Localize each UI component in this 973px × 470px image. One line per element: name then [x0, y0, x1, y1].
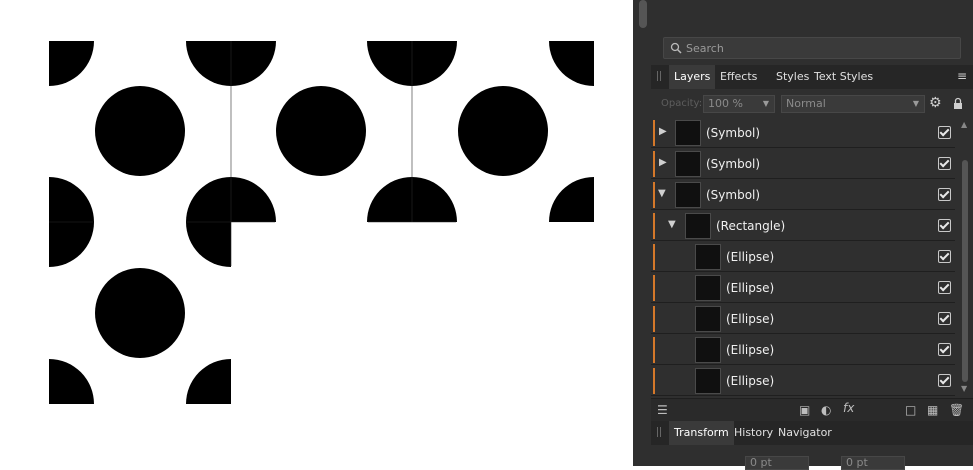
opacity-label: Opacity: — [661, 98, 703, 109]
layers-stack-icon[interactable]: ☰ — [657, 403, 668, 417]
pixel-layer-icon[interactable]: ▦ — [927, 403, 938, 417]
visibility-checkbox[interactable] — [938, 188, 951, 201]
layer-accent-bar — [653, 275, 655, 301]
layer-name: (Ellipse) — [726, 374, 775, 388]
visibility-checkbox[interactable] — [938, 343, 951, 356]
layer-accent-bar — [653, 337, 655, 363]
panel-menu-icon[interactable]: ≡ — [957, 69, 967, 83]
layer-row-rectangle[interactable]: ▼ (Rectangle) — [651, 211, 955, 241]
mask-icon[interactable]: ▣ — [799, 403, 810, 417]
layer-accent-bar — [653, 368, 655, 394]
lock-icon[interactable] — [953, 97, 963, 110]
transform-tab-bar: Transform History Navigator — [651, 421, 973, 445]
search-input[interactable] — [686, 38, 956, 58]
layer-row-ellipse-1[interactable]: (Ellipse) — [651, 242, 955, 272]
adjustment-icon[interactable]: ◐ — [821, 403, 831, 417]
new-layer-icon[interactable]: □ — [905, 403, 916, 417]
panel-grip-icon[interactable] — [657, 427, 661, 437]
blend-mode-value: Normal — [786, 97, 826, 110]
tab-history[interactable]: History — [729, 421, 778, 445]
layers-list: ▶ (Symbol) ▶ (Symbol) ▼ (Symbol) ▼ (Rect… — [651, 118, 955, 398]
layer-name: (Symbol) — [706, 157, 761, 171]
symbol-tile-1 — [49, 41, 231, 222]
tab-navigator[interactable]: Navigator — [773, 421, 837, 445]
search-box[interactable] — [663, 37, 961, 59]
width-field[interactable]: 0 pt — [841, 456, 905, 470]
visibility-checkbox[interactable] — [938, 157, 951, 170]
tab-effects[interactable]: Effects — [715, 65, 762, 89]
blend-mode-dropdown[interactable]: Normal ▼ — [781, 95, 925, 113]
layer-name: (Symbol) — [706, 126, 761, 140]
layer-accent-bar — [653, 151, 655, 177]
visibility-checkbox[interactable] — [938, 126, 951, 139]
visibility-checkbox[interactable] — [938, 374, 951, 387]
panel-grip-icon[interactable] — [657, 71, 661, 81]
search-icon — [670, 42, 682, 54]
layer-thumbnail — [695, 306, 721, 332]
visibility-checkbox[interactable] — [938, 312, 951, 325]
layer-row-symbol-1[interactable]: ▶ (Symbol) — [651, 118, 955, 148]
layer-row-symbol-3[interactable]: ▼ (Symbol) — [651, 180, 955, 210]
layer-thumbnail — [675, 182, 701, 208]
scroll-up-icon[interactable]: ▲ — [961, 120, 967, 129]
visibility-checkbox[interactable] — [938, 281, 951, 294]
layer-controls: Opacity: 100 % ▼ Normal ▼ ⚙ — [651, 92, 973, 116]
symbol-tile-3 — [412, 41, 594, 222]
scroll-down-icon[interactable]: ▼ — [961, 384, 967, 393]
layer-thumbnail — [695, 244, 721, 270]
layer-name: (Ellipse) — [726, 281, 775, 295]
layer-row-ellipse-5[interactable]: (Ellipse) — [651, 366, 955, 396]
visibility-checkbox[interactable] — [938, 250, 951, 263]
layer-accent-bar — [653, 213, 655, 239]
x-position-field[interactable]: 0 pt — [745, 456, 809, 470]
expand-arrow-icon[interactable]: ▶ — [659, 157, 667, 168]
transform-fields: 0 pt 0 pt — [651, 450, 973, 470]
gear-icon[interactable]: ⚙ — [929, 95, 942, 111]
document-canvas[interactable] — [0, 0, 633, 466]
expand-arrow-icon[interactable]: ▶ — [659, 126, 667, 137]
layer-row-ellipse-2[interactable]: (Ellipse) — [651, 273, 955, 303]
layer-row-ellipse-4[interactable]: (Ellipse) — [651, 335, 955, 365]
layer-thumbnail — [695, 337, 721, 363]
layer-thumbnail — [695, 275, 721, 301]
visibility-checkbox[interactable] — [938, 219, 951, 232]
layer-row-ellipse-3[interactable]: (Ellipse) — [651, 304, 955, 334]
layer-name: (Ellipse) — [726, 312, 775, 326]
layer-thumbnail — [675, 120, 701, 146]
layer-accent-bar — [653, 244, 655, 270]
layer-accent-bar — [653, 120, 655, 146]
tab-layers[interactable]: Layers — [669, 65, 716, 89]
fx-icon[interactable]: fx — [843, 401, 854, 415]
layer-row-symbol-2[interactable]: ▶ (Symbol) — [651, 149, 955, 179]
layer-accent-bar — [653, 182, 655, 208]
layers-scrollbar[interactable]: ▲ ▼ — [960, 118, 970, 398]
layer-name: (Symbol) — [706, 188, 761, 202]
layer-thumbnail — [685, 213, 711, 239]
layer-name: (Ellipse) — [726, 343, 775, 357]
layer-name: (Rectangle) — [716, 219, 786, 233]
layer-name: (Ellipse) — [726, 250, 775, 264]
collapse-arrow-icon[interactable]: ▼ — [658, 188, 666, 199]
layers-tab-bar: Layers Effects Styles Text Styles ≡ — [651, 65, 973, 89]
layer-thumbnail — [695, 368, 721, 394]
layer-thumbnail — [675, 151, 701, 177]
artwork — [49, 41, 594, 404]
opacity-value: 100 % — [708, 97, 743, 110]
panel-scrollbar[interactable] — [639, 0, 647, 28]
trash-icon[interactable]: 🗑 — [949, 403, 964, 417]
tab-transform[interactable]: Transform — [669, 421, 734, 445]
tab-styles[interactable]: Styles — [771, 65, 814, 89]
scrollbar-thumb[interactable] — [962, 160, 968, 382]
tab-text-styles[interactable]: Text Styles — [809, 65, 878, 89]
layer-accent-bar — [653, 306, 655, 332]
chevron-down-icon: ▼ — [762, 99, 769, 108]
w-value: 0 pt — [846, 456, 868, 469]
opacity-dropdown[interactable]: 100 % ▼ — [703, 95, 775, 113]
x-value: 0 pt — [750, 456, 772, 469]
layers-toolbar: ☰ ▣ ◐ fx □ ▦ 🗑 — [651, 398, 973, 421]
studio-panel: Layers Effects Styles Text Styles ≡ Opac… — [633, 0, 973, 470]
chevron-down-icon: ▼ — [912, 99, 919, 108]
collapse-arrow-icon[interactable]: ▼ — [668, 219, 676, 230]
